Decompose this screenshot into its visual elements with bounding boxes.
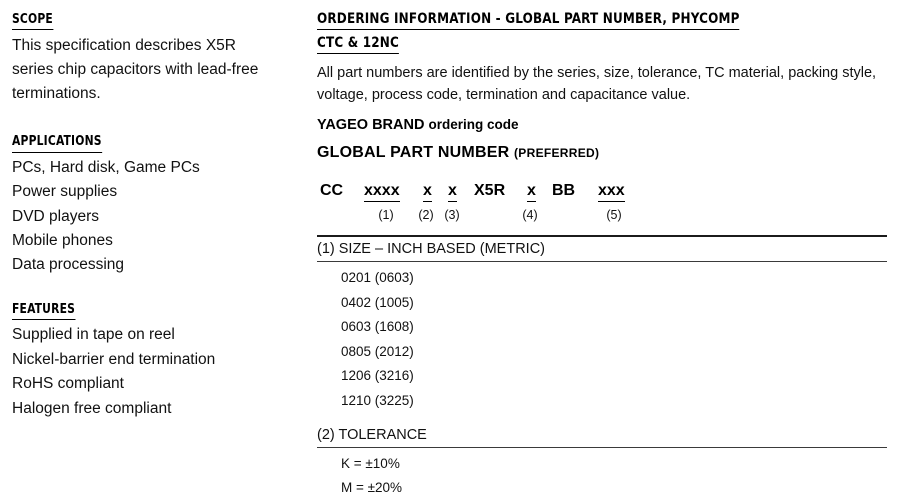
table-row: 1206 (3216) (341, 368, 414, 384)
table-row: M = ±20% (341, 480, 403, 496)
table-row: 0603 (1608) (341, 319, 414, 335)
table-row: 0402 (1005) (341, 294, 414, 310)
applications-list: PCs, Hard disk, Game PCs Power supplies … (12, 156, 280, 278)
features-heading: FEATURES (12, 302, 76, 321)
ordering-information-heading: ORDERING INFORMATION - GLOBAL PART NUMBE… (317, 10, 887, 55)
global-part-number-line: GLOBAL PART NUMBER (PREFERRED) (317, 144, 887, 162)
code-marker: (5) (606, 208, 622, 223)
code-marker: (3) (444, 208, 460, 223)
yageo-brand-line: YAGEO BRAND ordering code (317, 117, 887, 133)
list-item: Halogen free compliant (12, 399, 172, 417)
global-part-number-label: GLOBAL PART NUMBER (317, 144, 510, 162)
ordering-intro-text: All part numbers are identified by the s… (317, 65, 877, 103)
list-item: DVD players (12, 207, 99, 225)
code-token: x (423, 182, 432, 203)
size-table-rows: 0201 (0603) 0402 (1005) 0603 (1608) 0805… (317, 262, 887, 413)
list-item: Supplied in tape on reel (12, 326, 175, 344)
table-row: 1210 (3225) (341, 392, 414, 408)
part-number-marker-row: (1) (2) (3) (4) (5) (317, 208, 887, 226)
part-number-code-row: CC xxxx x x X5R x BB xxx (317, 182, 887, 203)
table-row: 0201 (0603) (341, 270, 414, 286)
right-column: ORDERING INFORMATION - GLOBAL PART NUMBE… (317, 10, 887, 501)
code-marker: (1) (378, 208, 394, 223)
tolerance-table-header: (2) TOLERANCE (317, 423, 887, 448)
tolerance-table: (2) TOLERANCE K = ±10% M = ±20% (317, 423, 887, 501)
table-row: K = ±10% (341, 455, 400, 471)
code-marker: (4) (522, 208, 538, 223)
code-token: xxx (598, 182, 625, 203)
code-token: x (527, 182, 536, 203)
code-marker: (2) (418, 208, 434, 223)
preferred-badge: (PREFERRED) (514, 146, 600, 161)
list-item: RoHS compliant (12, 375, 124, 393)
yageo-brand-label: YAGEO BRAND (317, 117, 425, 134)
features-list: Supplied in tape on reel Nickel-barrier … (12, 323, 280, 421)
tolerance-table-rows: K = ±10% M = ±20% (317, 448, 887, 501)
code-token: x (448, 182, 457, 203)
applications-heading: APPLICATIONS (12, 134, 102, 153)
code-token: CC (320, 182, 344, 200)
list-item: Data processing (12, 256, 125, 274)
list-item: PCs, Hard disk, Game PCs (12, 158, 200, 176)
size-table-header: (1) SIZE – INCH BASED (METRIC) (317, 237, 887, 263)
applications-section: APPLICATIONS PCs, Hard disk, Game PCs Po… (12, 132, 280, 278)
scope-text: This specification describes X5R series … (12, 37, 259, 103)
scope-section: SCOPE This specification describes X5R s… (12, 10, 280, 106)
list-item: Power supplies (12, 183, 118, 201)
yageo-brand-suffix: ordering code (428, 117, 519, 133)
left-column: SCOPE This specification describes X5R s… (12, 10, 280, 421)
ordering-heading-line-1: ORDERING INFORMATION - GLOBAL PART NUMBE… (317, 10, 740, 31)
list-item: Mobile phones (12, 232, 113, 249)
code-token: xxxx (364, 182, 400, 203)
size-table: (1) SIZE – INCH BASED (METRIC) 0201 (060… (317, 235, 887, 413)
datasheet-page: SCOPE This specification describes X5R s… (0, 0, 900, 501)
ordering-heading-line-2: CTC & 12NC (317, 34, 400, 55)
features-section: FEATURES Supplied in tape on reel Nickel… (12, 300, 280, 421)
table-row: 0805 (2012) (341, 343, 414, 359)
code-token: BB (552, 182, 576, 200)
scope-heading: SCOPE (12, 12, 53, 31)
code-token: X5R (474, 182, 506, 200)
list-item: Nickel-barrier end termination (12, 350, 216, 368)
